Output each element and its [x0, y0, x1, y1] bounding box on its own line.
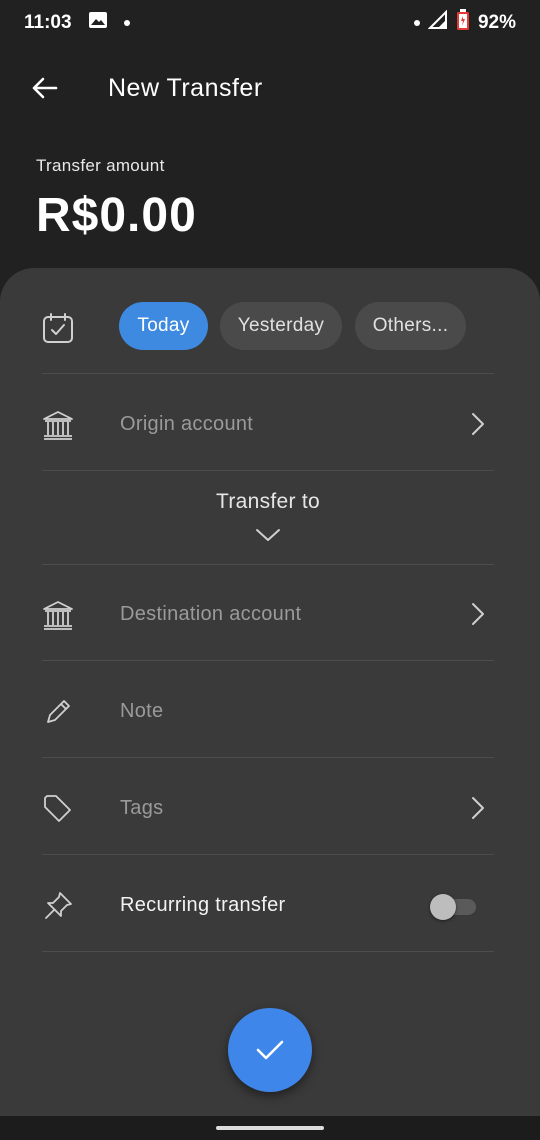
notification-dot-icon: [123, 20, 130, 26]
origin-account-row[interactable]: Origin account: [42, 375, 494, 471]
destination-account-label: Destination account: [120, 603, 302, 625]
app-bar: New Transfer: [0, 46, 540, 134]
recurring-transfer-row: Recurring transfer: [42, 856, 494, 952]
destination-account-row[interactable]: Destination account: [42, 565, 494, 661]
bank-icon: [42, 409, 74, 441]
tag-icon: [42, 793, 74, 825]
tags-label: Tags: [120, 797, 164, 819]
bank-icon: [42, 599, 74, 631]
home-handle[interactable]: [216, 1126, 324, 1130]
amount-value[interactable]: R$0.00: [36, 188, 197, 243]
note-row[interactable]: Note: [42, 662, 494, 758]
note-input: Note: [120, 700, 164, 722]
battery-icon: [456, 9, 470, 37]
chevron-right-icon: [472, 797, 484, 819]
chevron-down-icon: [254, 526, 282, 544]
battery-percent: 92%: [477, 12, 516, 33]
chevron-right-icon: [472, 413, 484, 435]
system-nav-bar: [0, 1116, 540, 1140]
origin-account-label: Origin account: [120, 413, 254, 435]
recurring-toggle[interactable]: [430, 894, 478, 920]
status-left: 11:03: [24, 11, 130, 35]
arrow-left-icon: [32, 77, 58, 99]
transfer-to-label: Transfer to: [215, 490, 321, 513]
chip-others[interactable]: Others...: [355, 302, 466, 350]
transfer-form-sheet: Today Yesterday Others... Origin account…: [0, 268, 540, 1116]
date-row: Today Yesterday Others...: [42, 278, 494, 374]
amount-label: Transfer amount: [36, 156, 165, 175]
calendar-check-icon: [42, 312, 74, 344]
page-title: New Transfer: [108, 74, 263, 102]
chip-today[interactable]: Today: [119, 302, 208, 350]
chevron-right-icon: [472, 603, 484, 625]
pencil-icon: [42, 696, 74, 728]
check-icon: [256, 1040, 284, 1060]
image-icon: [88, 11, 108, 35]
recurring-transfer-label: Recurring transfer: [120, 894, 286, 916]
confirm-button[interactable]: [228, 1008, 312, 1092]
transfer-to-section: Transfer to: [42, 472, 494, 565]
tags-row[interactable]: Tags: [42, 759, 494, 855]
status-time: 11:03: [24, 12, 72, 33]
back-button[interactable]: [24, 68, 64, 108]
pin-icon: [42, 890, 74, 922]
status-right: 92%: [413, 9, 516, 37]
status-bar: 11:03 92%: [0, 0, 540, 46]
toggle-thumb: [430, 894, 456, 920]
chip-yesterday[interactable]: Yesterday: [220, 302, 342, 350]
dot-icon: [413, 20, 420, 26]
signal-icon: [427, 9, 448, 36]
